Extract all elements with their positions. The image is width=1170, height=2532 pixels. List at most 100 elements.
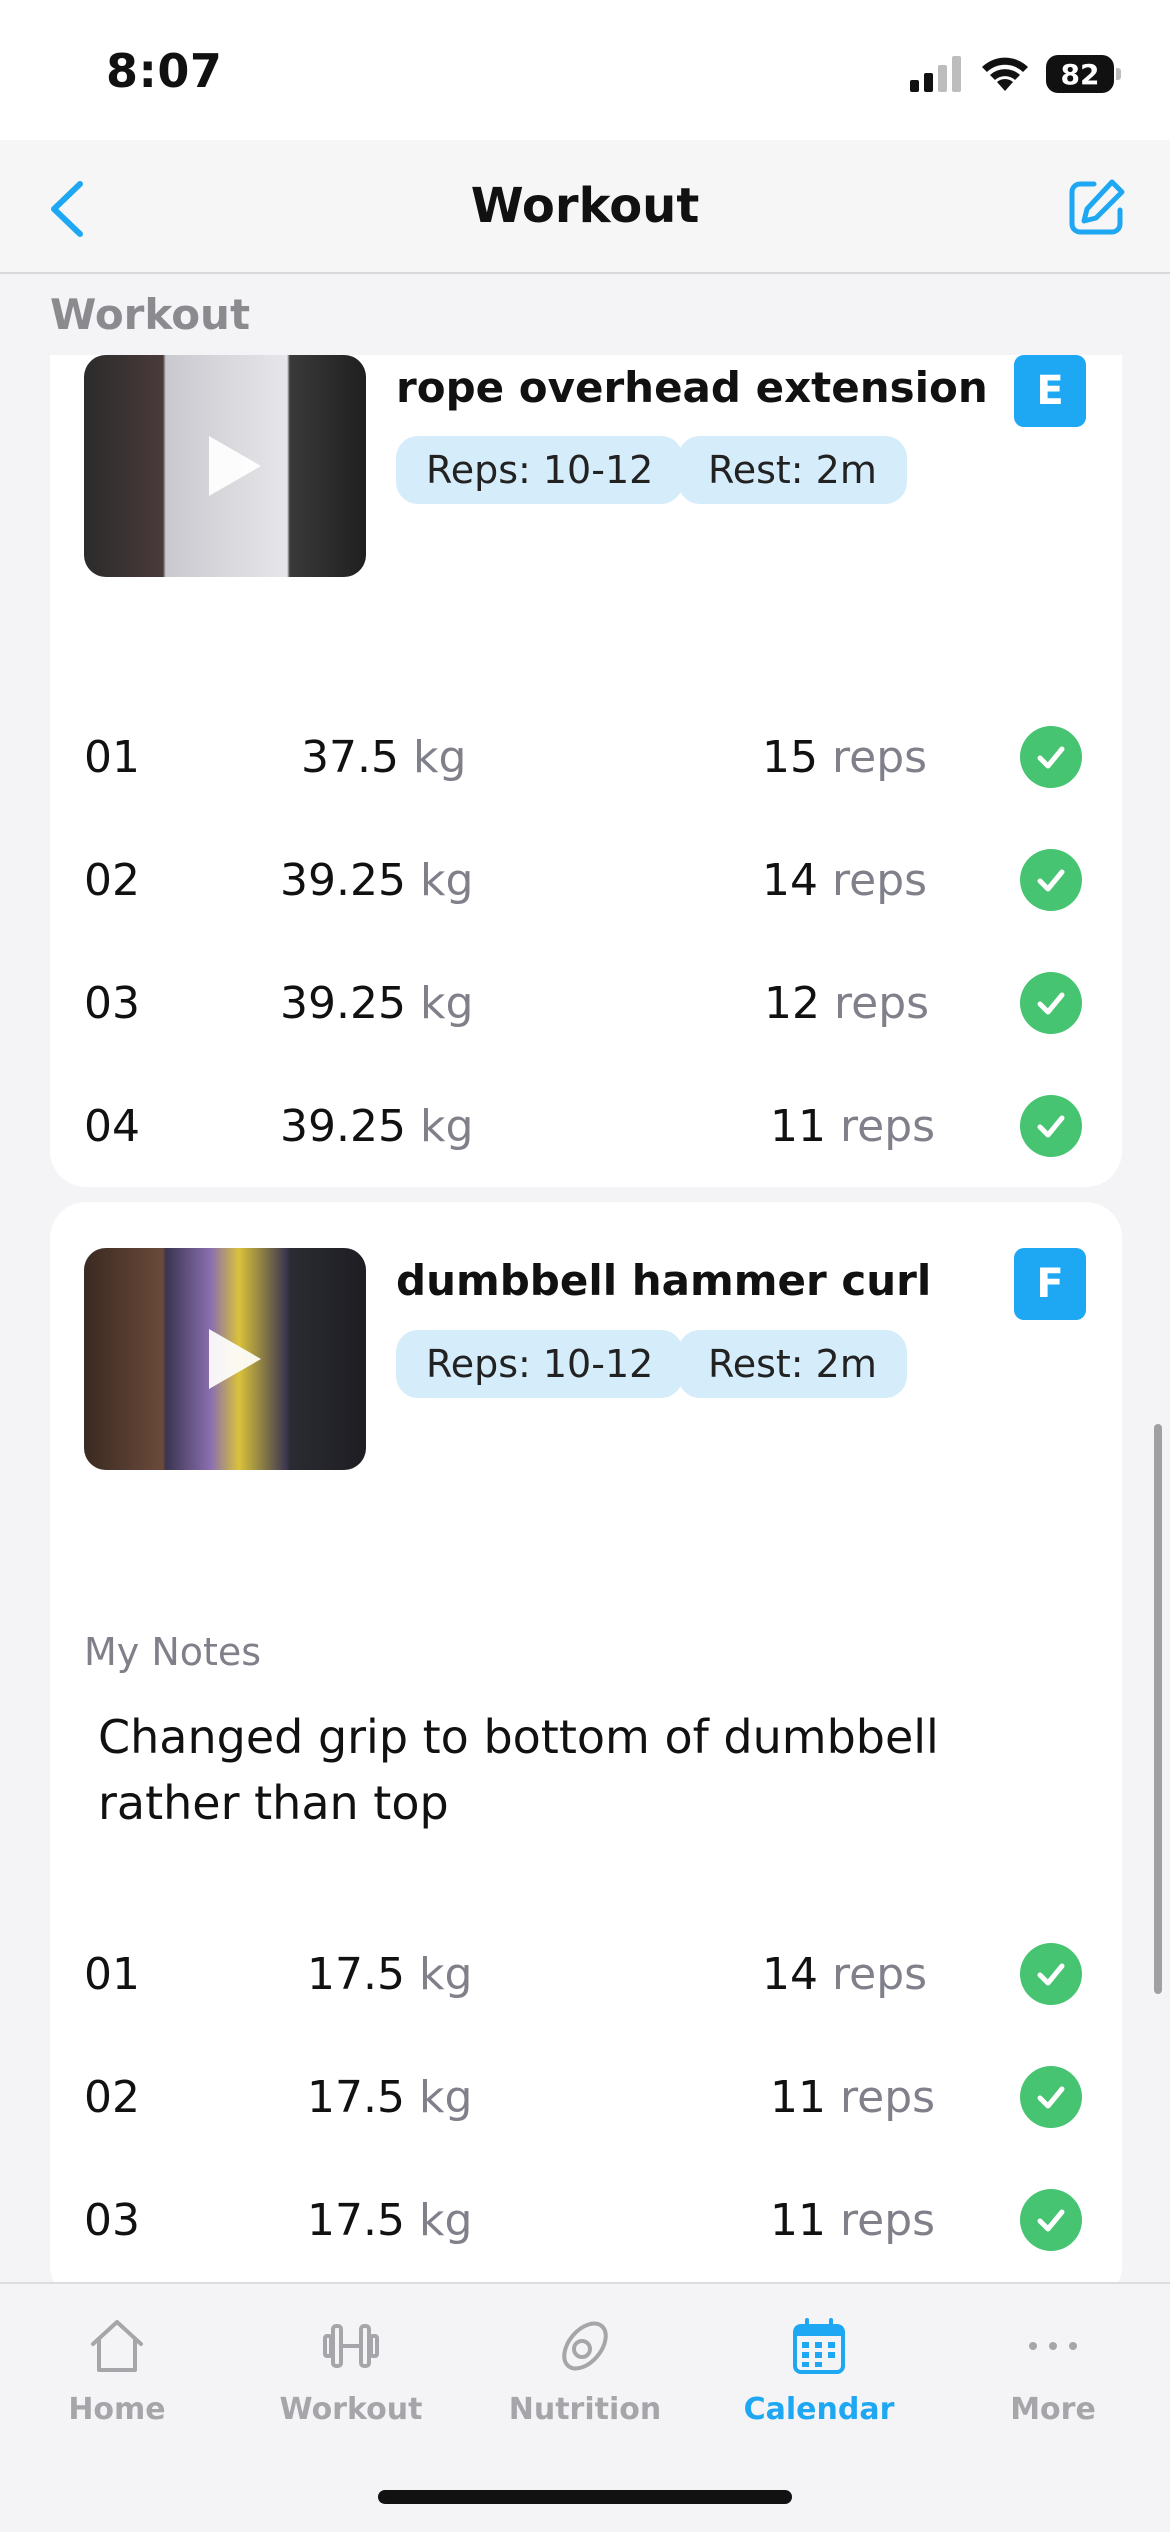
set-row[interactable]: 01 17.5 kg 14 reps xyxy=(50,1935,1122,2015)
set-weight[interactable]: 39.25 kg xyxy=(50,978,640,1029)
set-weight[interactable]: 39.25 kg xyxy=(50,855,640,906)
weight-unit: kg xyxy=(418,1949,473,2000)
set-row[interactable]: 01 37.5 kg 15 reps xyxy=(50,718,1122,798)
reps-unit: reps xyxy=(840,2195,936,2246)
wifi-icon xyxy=(982,57,1028,91)
reps-value: 11 xyxy=(770,2195,826,2246)
reps-unit: reps xyxy=(834,978,930,1029)
exercise-name: dumbbell hammer curl xyxy=(396,1256,932,1305)
battery-level: 82 xyxy=(1060,57,1100,91)
weight-unit: kg xyxy=(418,2195,473,2246)
tab-label: Workout xyxy=(279,2392,423,2427)
completed-check-icon[interactable] xyxy=(1020,2066,1082,2128)
rest-chip: Rest: 2m xyxy=(678,436,907,504)
tab-bar: Home Workout Nutrition Calendar More xyxy=(0,2282,1170,2532)
set-reps[interactable]: 11 reps xyxy=(650,1101,1030,1152)
weight-value: 39.25 xyxy=(280,978,406,1029)
reps-chip: Reps: 10-12 xyxy=(396,1330,684,1398)
completed-check-icon[interactable] xyxy=(1020,972,1082,1034)
completed-check-icon[interactable] xyxy=(1020,726,1082,788)
exercise-card[interactable]: rope overhead extension Reps: 10-12 Rest… xyxy=(50,355,1122,1187)
home-icon xyxy=(91,2320,143,2372)
notes-text[interactable]: Changed grip to bottom of dumbbell rathe… xyxy=(98,1704,1018,1836)
set-weight[interactable]: 39.25 kg xyxy=(50,1101,640,1152)
reps-value: 15 xyxy=(762,732,818,783)
tab-home[interactable]: Home xyxy=(0,2314,234,2427)
reps-value: 12 xyxy=(764,978,820,1029)
reps-value: 14 xyxy=(762,855,818,906)
set-weight[interactable]: 17.5 kg xyxy=(50,2195,640,2246)
reps-unit: reps xyxy=(832,732,928,783)
set-weight[interactable]: 17.5 kg xyxy=(50,1949,640,2000)
exercise-video-thumbnail[interactable] xyxy=(84,1248,366,1470)
reps-unit: reps xyxy=(832,1949,928,2000)
completed-check-icon[interactable] xyxy=(1020,1943,1082,2005)
reps-unit: reps xyxy=(832,855,928,906)
weight-unit: kg xyxy=(418,2072,473,2123)
set-reps[interactable]: 11 reps xyxy=(650,2072,1030,2123)
set-reps[interactable]: 15 reps xyxy=(650,732,1030,783)
set-weight[interactable]: 37.5 kg xyxy=(50,732,640,783)
weight-value: 17.5 xyxy=(307,1949,405,2000)
reps-unit: reps xyxy=(840,1101,936,1152)
page-title: Workout xyxy=(470,178,700,234)
weight-value: 37.5 xyxy=(301,732,399,783)
scrollbar[interactable] xyxy=(1154,1424,1162,1994)
weight-unit: kg xyxy=(419,1101,474,1152)
tab-more[interactable]: More xyxy=(936,2314,1170,2427)
tab-label: Nutrition xyxy=(508,2392,662,2427)
completed-check-icon[interactable] xyxy=(1020,1095,1082,1157)
reps-chip: Reps: 10-12 xyxy=(396,436,684,504)
edit-icon[interactable] xyxy=(1066,176,1128,238)
completed-check-icon[interactable] xyxy=(1020,849,1082,911)
section-header: Workout xyxy=(50,290,251,339)
signal-icon xyxy=(910,56,961,92)
tab-nutrition[interactable]: Nutrition xyxy=(468,2314,702,2427)
battery-indicator: 82 xyxy=(1046,55,1121,93)
weight-unit: kg xyxy=(419,978,474,1029)
exercise-name: rope overhead extension xyxy=(396,363,988,412)
dumbbell-icon xyxy=(323,2324,379,2368)
exercise-video-thumbnail[interactable] xyxy=(84,355,366,577)
set-reps[interactable]: 14 reps xyxy=(650,855,1030,906)
nav-bar: Workout xyxy=(0,140,1170,274)
superset-badge: F xyxy=(1014,1248,1086,1320)
status-icons: 82 xyxy=(910,52,1121,96)
nutrition-icon xyxy=(562,2321,608,2371)
completed-check-icon[interactable] xyxy=(1020,2189,1082,2251)
set-weight[interactable]: 17.5 kg xyxy=(50,2072,640,2123)
superset-badge: E xyxy=(1014,355,1086,427)
notes-label: My Notes xyxy=(84,1630,262,1674)
set-reps[interactable]: 14 reps xyxy=(650,1949,1030,2000)
set-row[interactable]: 02 17.5 kg 11 reps xyxy=(50,2058,1122,2138)
weight-value: 17.5 xyxy=(307,2195,405,2246)
tab-label: More xyxy=(1010,2392,1096,2427)
weight-unit: kg xyxy=(412,732,467,783)
tab-workout[interactable]: Workout xyxy=(234,2314,468,2427)
status-bar: 8:07 82 xyxy=(0,0,1170,140)
more-icon xyxy=(1029,2342,1077,2350)
play-icon[interactable] xyxy=(209,436,261,496)
reps-value: 14 xyxy=(762,1949,818,2000)
reps-unit: reps xyxy=(840,2072,936,2123)
set-row[interactable]: 02 39.25 kg 14 reps xyxy=(50,841,1122,921)
exercise-card[interactable]: dumbbell hammer curl Reps: 10-12 Rest: 2… xyxy=(50,1202,1122,2302)
set-row[interactable]: 04 39.25 kg 11 reps xyxy=(50,1087,1122,1167)
set-reps[interactable]: 12 reps xyxy=(650,978,1030,1029)
play-icon[interactable] xyxy=(209,1329,261,1389)
weight-value: 39.25 xyxy=(280,855,406,906)
tab-calendar[interactable]: Calendar xyxy=(702,2314,936,2427)
status-time: 8:07 xyxy=(106,44,223,98)
weight-value: 39.25 xyxy=(280,1101,406,1152)
home-indicator xyxy=(378,2490,792,2504)
set-reps[interactable]: 11 reps xyxy=(650,2195,1030,2246)
weight-unit: kg xyxy=(419,855,474,906)
weight-value: 17.5 xyxy=(307,2072,405,2123)
set-row[interactable]: 03 39.25 kg 12 reps xyxy=(50,964,1122,1044)
reps-value: 11 xyxy=(770,2072,826,2123)
tab-label: Home xyxy=(68,2392,166,2427)
calendar-icon xyxy=(793,2318,845,2374)
set-row[interactable]: 03 17.5 kg 11 reps xyxy=(50,2181,1122,2261)
reps-value: 11 xyxy=(770,1101,826,1152)
rest-chip: Rest: 2m xyxy=(678,1330,907,1398)
